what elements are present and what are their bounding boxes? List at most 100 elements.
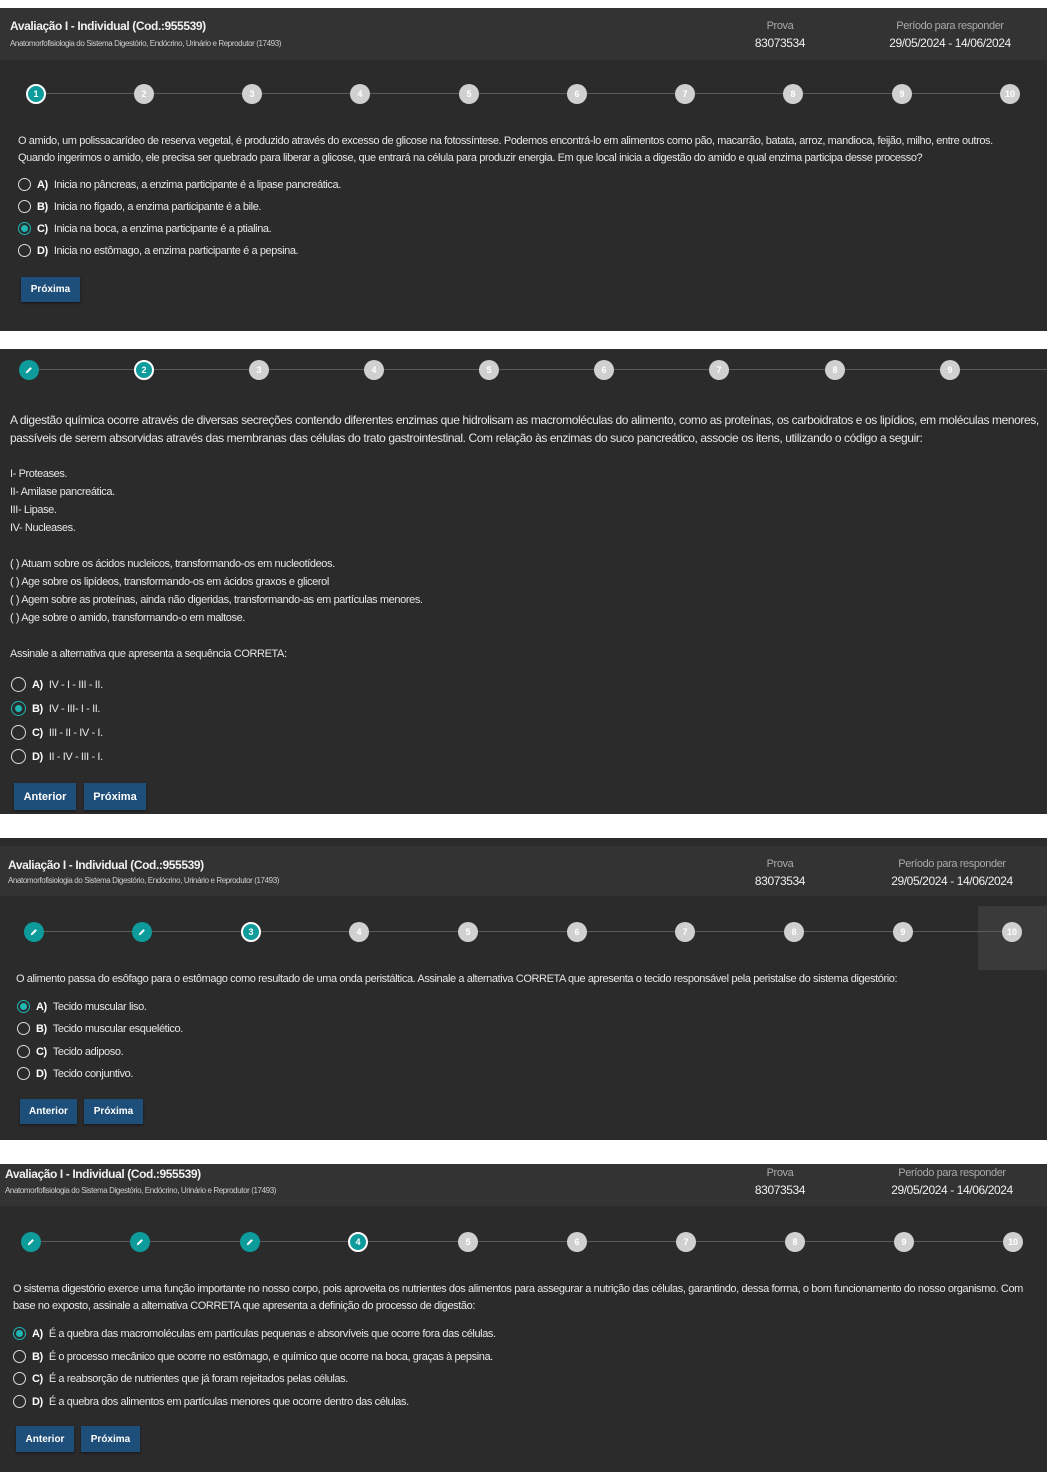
step-5[interactable]: 5 bbox=[458, 1232, 478, 1252]
next-button[interactable]: Próxima bbox=[84, 1099, 143, 1124]
previous-button[interactable]: Anterior bbox=[20, 1099, 77, 1124]
step-8[interactable]: 8 bbox=[825, 360, 845, 380]
option-b[interactable]: B) Tecido muscular esquelético. bbox=[17, 1022, 183, 1035]
step-2[interactable]: 2 bbox=[134, 84, 154, 104]
pencil-icon bbox=[25, 367, 32, 374]
next-button[interactable]: Próxima bbox=[21, 277, 80, 302]
radio-icon[interactable] bbox=[18, 244, 31, 257]
step-7[interactable]: 7 bbox=[675, 922, 695, 942]
exam-header: Avaliação I - Individual (Cod.:955539) A… bbox=[0, 1164, 1047, 1206]
statement-2: ( ) Age sobre os lipídeos, transformando… bbox=[10, 576, 329, 588]
step-3-done[interactable] bbox=[240, 1232, 260, 1252]
prova-label: Prova bbox=[766, 1167, 794, 1179]
next-button[interactable]: Próxima bbox=[84, 783, 146, 810]
radio-icon[interactable] bbox=[18, 178, 31, 191]
radio-selected-icon[interactable] bbox=[11, 701, 26, 716]
option-a[interactable]: A) Inicia no pâncreas, a enzima participa… bbox=[18, 178, 341, 191]
option-d[interactable]: D) Tecido conjuntivo. bbox=[17, 1067, 133, 1080]
step-1[interactable]: 1 bbox=[26, 84, 46, 104]
previous-button[interactable]: Anterior bbox=[16, 1426, 74, 1452]
radio-icon[interactable] bbox=[17, 1045, 30, 1058]
question-panel-1: Avaliação I - Individual (Cod.:955539) A… bbox=[0, 8, 1047, 331]
pencil-icon bbox=[138, 929, 145, 936]
step-5[interactable]: 5 bbox=[458, 922, 478, 942]
step-7[interactable]: 7 bbox=[676, 1232, 696, 1252]
radio-icon[interactable] bbox=[11, 677, 26, 692]
previous-button[interactable]: Anterior bbox=[14, 783, 76, 810]
option-c[interactable]: C) Inicia na boca, a enzima participante … bbox=[18, 222, 272, 235]
step-10[interactable]: 10 bbox=[1003, 1232, 1023, 1252]
pencil-icon bbox=[30, 929, 37, 936]
item-ii: II- Amilase pancreática. bbox=[10, 486, 115, 498]
step-4[interactable]: 4 bbox=[348, 1232, 368, 1252]
exam-title: Avaliação I - Individual (Cod.:955539) bbox=[5, 1167, 201, 1181]
radio-selected-icon[interactable] bbox=[13, 1327, 26, 1340]
radio-icon[interactable] bbox=[11, 725, 26, 740]
pencil-icon bbox=[246, 1239, 253, 1246]
radio-icon[interactable] bbox=[18, 200, 31, 213]
item-iv: IV- Nucleases. bbox=[10, 522, 76, 534]
step-2-done[interactable] bbox=[130, 1232, 150, 1252]
step-5[interactable]: 5 bbox=[479, 360, 499, 380]
step-6[interactable]: 6 bbox=[567, 84, 587, 104]
step-8[interactable]: 8 bbox=[785, 1232, 805, 1252]
next-button[interactable]: Próxima bbox=[81, 1426, 140, 1452]
step-10[interactable]: 10 bbox=[1000, 84, 1020, 104]
question-stepper: 3 4 5 6 7 8 9 10 bbox=[0, 921, 1047, 943]
step-1-done[interactable] bbox=[21, 1232, 41, 1252]
radio-icon[interactable] bbox=[11, 749, 26, 764]
option-a[interactable]: A) Tecido muscular liso. bbox=[17, 1000, 147, 1013]
step-4[interactable]: 4 bbox=[364, 360, 384, 380]
step-6[interactable]: 6 bbox=[594, 360, 614, 380]
step-5[interactable]: 5 bbox=[459, 84, 479, 104]
statement-4: ( ) Age sobre o amido, transformando-o e… bbox=[10, 612, 245, 624]
step-1-done[interactable] bbox=[19, 360, 39, 380]
option-c[interactable]: C) Tecido adiposo. bbox=[17, 1045, 124, 1058]
step-3[interactable]: 3 bbox=[242, 84, 262, 104]
option-c[interactable]: C) É a reabsorção de nutrientes que já fo… bbox=[13, 1372, 348, 1385]
option-d[interactable]: D) Inicia no estômago, a enzima participa… bbox=[18, 244, 299, 257]
step-9[interactable]: 9 bbox=[894, 1232, 914, 1252]
radio-icon[interactable] bbox=[13, 1350, 26, 1363]
step-6[interactable]: 6 bbox=[567, 922, 587, 942]
option-b[interactable]: B) Inicia no fígado, a enzima participant… bbox=[18, 200, 261, 213]
option-b[interactable]: B) É o processo mecânico que ocorre no es… bbox=[13, 1350, 493, 1363]
option-a[interactable]: A) É a quebra das macromoléculas em partí… bbox=[13, 1327, 496, 1340]
step-9[interactable]: 9 bbox=[892, 84, 912, 104]
option-a[interactable]: A) IV - I - III - II. bbox=[11, 677, 103, 692]
radio-icon[interactable] bbox=[13, 1372, 26, 1385]
step-2[interactable]: 2 bbox=[134, 360, 154, 380]
step-9[interactable]: 9 bbox=[893, 922, 913, 942]
question-stepper: 2 3 4 5 6 7 8 9 bbox=[0, 359, 1047, 381]
step-2-done[interactable] bbox=[132, 922, 152, 942]
step-8[interactable]: 8 bbox=[783, 84, 803, 104]
step-8[interactable]: 8 bbox=[784, 922, 804, 942]
radio-selected-icon[interactable] bbox=[18, 222, 31, 235]
step-7[interactable]: 7 bbox=[675, 84, 695, 104]
radio-icon[interactable] bbox=[17, 1067, 30, 1080]
option-d[interactable]: D) É a quebra dos alimentos em partículas… bbox=[13, 1395, 409, 1408]
option-d[interactable]: D) II - IV - III - I. bbox=[11, 749, 103, 764]
step-4[interactable]: 4 bbox=[349, 922, 369, 942]
prova-label: Prova bbox=[766, 858, 794, 870]
step-6[interactable]: 6 bbox=[567, 1232, 587, 1252]
question-stepper: 4 5 6 7 8 9 10 bbox=[0, 1231, 1047, 1253]
step-3[interactable]: 3 bbox=[241, 922, 261, 942]
step-1-done[interactable] bbox=[24, 922, 44, 942]
step-3[interactable]: 3 bbox=[249, 360, 269, 380]
statement-1: ( ) Atuam sobre os ácidos nucleicos, tra… bbox=[10, 558, 335, 570]
option-b[interactable]: B) IV - III- I - II. bbox=[11, 701, 100, 716]
step-9[interactable]: 9 bbox=[940, 360, 960, 380]
radio-icon[interactable] bbox=[13, 1395, 26, 1408]
radio-selected-icon[interactable] bbox=[17, 1000, 30, 1013]
option-c[interactable]: C) III - II - IV - I. bbox=[11, 725, 103, 740]
course-subtitle: Anatomorfofisiologia do Sistema Digestór… bbox=[5, 1186, 277, 1195]
question-panel-2: 2 3 4 5 6 7 8 9 A digestão química ocorr… bbox=[0, 349, 1047, 814]
pencil-icon bbox=[27, 1239, 34, 1246]
exam-title: Avaliação I - Individual (Cod.:955539) bbox=[10, 19, 206, 33]
step-4[interactable]: 4 bbox=[350, 84, 370, 104]
course-subtitle: Anatomorfofisiologia do Sistema Digestór… bbox=[8, 876, 280, 885]
step-10[interactable]: 10 bbox=[1002, 922, 1022, 942]
radio-icon[interactable] bbox=[17, 1022, 30, 1035]
step-7[interactable]: 7 bbox=[709, 360, 729, 380]
